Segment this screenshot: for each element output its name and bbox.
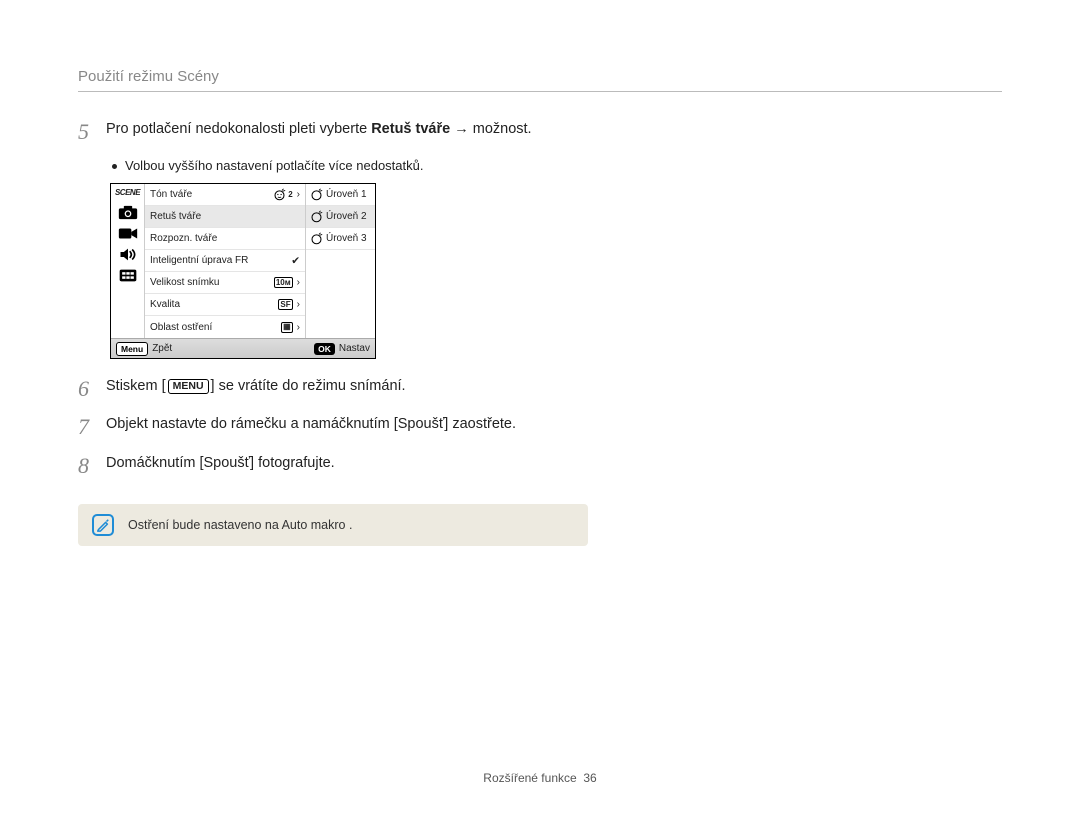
video-icon [117,224,139,242]
step-text: Domáčknutím [Spoušť] fotografujte. [106,454,1002,474]
focus-area-badge: ▦ [281,322,293,333]
submenu-level-2[interactable]: Úroveň 2 [306,206,375,228]
chevron-right-icon: › [297,299,300,310]
menu-row-label: Velikost snímku [150,277,274,288]
submenu-label: Úroveň 1 [326,189,367,200]
step-5-bullet: Volbou vyššího nastavení potlačíte více … [112,158,1002,173]
step-5: 5 Pro potlačení nedokonalosti pleti vybe… [78,120,1002,144]
menu-row-velikost-snimku[interactable]: Velikost snímku 10м › [145,272,305,294]
camera-mode-sidebar: SCENE [111,184,145,338]
info-note: Ostření bude nastaveno na Auto makro . [78,504,588,546]
camera-menu-screenshot: SCENE Tón tváře [110,183,376,359]
step-number: 7 [78,415,100,439]
submenu-label: Úroveň 3 [326,233,367,244]
size-badge: 10м [274,277,293,288]
step-text-post: možnost. [473,121,532,137]
step-text-bold: Retuš tváře [371,121,450,137]
step-number: 8 [78,454,100,478]
step-text-pre: Stiskem [ [106,378,166,394]
note-icon [92,514,114,536]
divider [78,91,1002,92]
camera-menu-list: Tón tváře 2 › Retuš tváře Rozpozn. tváře [145,184,305,338]
menu-row-ton-tvare[interactable]: Tón tváře 2 › [145,184,305,206]
step-number: 5 [78,120,100,144]
menu-row-label: Retuš tváře [150,211,300,222]
menu-pill: Menu [116,342,148,356]
check-icon: ✔ [291,255,300,267]
sound-icon [117,245,139,263]
face-retouch-icon [310,210,323,223]
chevron-right-icon: › [297,277,300,288]
note-text: Ostření bude nastaveno na Auto makro . [128,518,352,532]
face-retouch-icon [310,188,323,201]
step-7: 7 Objekt nastavte do rámečku a namáčknut… [78,415,1002,439]
menu-row-inteligentni-uprava[interactable]: Inteligentní úprava FR ✔ [145,250,305,272]
step-text-pre: Pro potlačení nedokonalosti pleti vybert… [106,121,371,137]
menu-row-label: Oblast ostření [150,322,281,333]
display-icon [117,266,139,284]
bullet-text: Volbou vyššího nastavení potlačíte více … [125,158,423,173]
step-text-post: ] se vrátíte do režimu snímání. [211,378,406,394]
page-footer: Rozšířené funkce 36 [0,771,1080,785]
set-label: Nastav [339,343,370,354]
arrow-icon: → [450,121,473,137]
step-text: Pro potlačení nedokonalosti pleti vybert… [106,120,1002,140]
menu-button-label: MENU [168,379,209,394]
menu-row-label: Tón tváře [150,189,273,200]
chevron-right-icon: › [297,322,300,333]
submenu-label: Úroveň 2 [326,211,367,222]
step-text: Stiskem [MENU] se vrátíte do režimu sním… [106,377,1002,397]
menu-row-label: Inteligentní úprava FR [150,255,291,266]
step-text: Objekt nastavte do rámečku a namáčknutím… [106,415,526,435]
chevron-right-icon: › [297,189,300,200]
step-number: 6 [78,377,100,401]
menu-row-oblast-ostreni[interactable]: Oblast ostření ▦ › [145,316,305,338]
mode-label: SCENE [115,188,140,197]
camera-footer: Menu Zpět OK Nastav [111,338,375,358]
ok-pill: OK [314,343,335,355]
footer-section: Rozšířené funkce [483,771,576,785]
camera-submenu: Úroveň 1 Úroveň 2 Úroveň 3 [305,184,375,338]
menu-row-label: Kvalita [150,299,278,310]
menu-row-rozpozn-tvare[interactable]: Rozpozn. tváře [145,228,305,250]
menu-row-retus-tvare[interactable]: Retuš tváře [145,206,305,228]
footer-page-number: 36 [583,771,596,785]
step-8: 8 Domáčknutím [Spoušť] fotografujte. [78,454,1002,478]
bullet-icon [112,164,117,169]
back-label: Zpět [152,343,172,354]
menu-row-label: Rozpozn. tváře [150,233,300,244]
face-retouch-icon [310,232,323,245]
submenu-level-1[interactable]: Úroveň 1 [306,184,375,206]
quality-badge: SF [278,299,292,310]
camera-icon [117,203,139,221]
menu-row-kvalita[interactable]: Kvalita SF › [145,294,305,316]
submenu-level-3[interactable]: Úroveň 3 [306,228,375,250]
face-tone-icon [273,188,286,201]
step-6: 6 Stiskem [MENU] se vrátíte do režimu sn… [78,377,1002,401]
page-title: Použití režimu Scény [78,68,1002,85]
